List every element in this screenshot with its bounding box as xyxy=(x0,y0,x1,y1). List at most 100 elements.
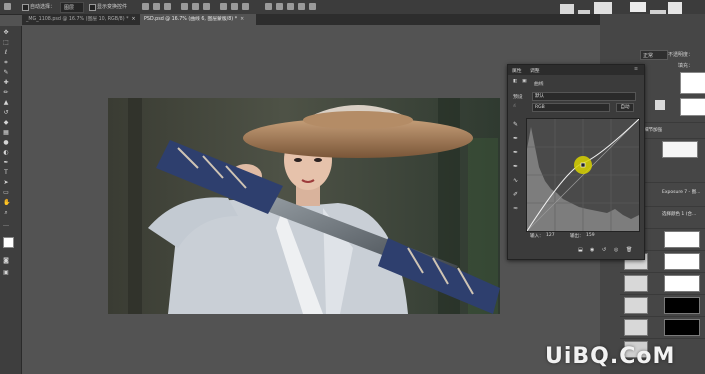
distribute-2-icon[interactable] xyxy=(231,3,238,10)
layer-mask-thumb[interactable] xyxy=(664,231,700,248)
brush-tool-icon[interactable]: ✏ xyxy=(3,90,9,96)
tab-mg-1108[interactable]: _MG_1108.psd @ 16.7% (图层 10, RGB/8) * × xyxy=(22,14,136,25)
marquee-tool-icon[interactable]: ⬚ xyxy=(3,40,9,46)
reset-icon[interactable]: ↺ xyxy=(602,247,606,253)
tab-adjustments[interactable]: 调整 xyxy=(530,67,540,74)
tab-label: PSD.psd @ 16.7% (曲线 6, 图层蒙版/8) * xyxy=(144,17,238,22)
screen-mode-icon[interactable]: ▣ xyxy=(3,270,9,276)
properties-titlebar[interactable]: 属性 调整 ≡ xyxy=(508,65,644,75)
output-value[interactable]: 159 xyxy=(586,233,595,238)
preset-value: 默认 xyxy=(535,94,544,99)
input-label: 输入： xyxy=(530,234,544,239)
input-value[interactable]: 127 xyxy=(546,233,555,238)
layer-mask-thumb[interactable] xyxy=(664,253,700,270)
crop-tool-icon[interactable]: ⌗ xyxy=(3,60,9,66)
layer-name: 选择颜色 1 (合... xyxy=(662,212,697,217)
lasso-tool-icon[interactable]: ℓ xyxy=(3,50,9,56)
auto-select-checkbox[interactable] xyxy=(22,4,29,11)
stamp-tool-icon[interactable]: ▲ xyxy=(3,100,9,106)
close-icon[interactable]: × xyxy=(132,17,136,22)
layer-thumb-adj[interactable] xyxy=(655,100,665,110)
healing-tool-icon[interactable]: ✚ xyxy=(3,80,9,86)
opacity-label: 不透明度： xyxy=(668,52,694,58)
properties-panel: 属性 调整 ≡ ◧ ▣ 曲线 预设 默认 ☝ RGB 自动 ✎ ✒ ✒ ✒ ∿ … xyxy=(507,64,645,260)
align-top-icon[interactable] xyxy=(181,3,188,10)
show-transform-checkbox[interactable] xyxy=(89,4,96,11)
layer-thumb[interactable] xyxy=(624,275,648,292)
tab-psd[interactable]: PSD.psd @ 16.7% (曲线 6, 图层蒙版/8) * × xyxy=(140,14,256,25)
canvas-image[interactable] xyxy=(108,98,500,314)
channel-hand-icon[interactable]: ☝ xyxy=(513,104,516,109)
align-left-icon[interactable] xyxy=(142,3,149,10)
channel-dropdown[interactable]: RGB xyxy=(532,103,610,112)
3d-mode-icon[interactable] xyxy=(265,3,272,10)
layer-thumb[interactable] xyxy=(624,319,648,336)
layer-mask-thumb[interactable] xyxy=(662,141,698,158)
align-right-icon[interactable] xyxy=(164,3,171,10)
output-label: 输出： xyxy=(570,234,584,239)
visibility-icon[interactable]: ◎ xyxy=(614,247,618,253)
move-tool-icon[interactable]: ✥ xyxy=(3,30,9,36)
pencil-draw-icon[interactable]: ✐ xyxy=(512,191,519,198)
layer-thumb-top[interactable] xyxy=(680,72,705,94)
auto-button[interactable]: 自动 xyxy=(616,103,634,112)
mask-icon[interactable]: ▣ xyxy=(522,79,527,84)
panel-menu-icon[interactable]: ≡ xyxy=(634,67,638,72)
close-icon[interactable]: × xyxy=(240,17,244,22)
layer-row[interactable] xyxy=(620,272,705,293)
history-brush-icon[interactable]: ↺ xyxy=(3,110,9,116)
layer-thumb[interactable] xyxy=(624,297,648,314)
fill-label: 填充： xyxy=(678,63,694,69)
move-tool-icon[interactable] xyxy=(4,3,11,10)
3d-scale-icon[interactable] xyxy=(309,3,316,10)
curve-edit-icon[interactable]: ∿ xyxy=(512,177,519,184)
channel-value: RGB xyxy=(535,105,545,110)
view-previous-icon[interactable]: ◉ xyxy=(590,247,594,253)
path-select-icon[interactable]: ➤ xyxy=(3,180,9,186)
shape-tool-icon[interactable]: ▭ xyxy=(3,190,9,196)
layer-row[interactable] xyxy=(620,316,705,337)
more-tools-icon[interactable]: … xyxy=(3,222,9,228)
curves-graph[interactable] xyxy=(526,118,640,232)
blur-tool-icon[interactable]: ● xyxy=(3,140,9,146)
gradient-tool-icon[interactable]: ▦ xyxy=(3,130,9,136)
black-point-eyedropper-icon[interactable]: ✒ xyxy=(512,135,519,142)
3d-pan-icon[interactable] xyxy=(287,3,294,10)
smooth-icon[interactable]: ≈ xyxy=(512,205,519,212)
eyedropper-tool-icon[interactable]: ✎ xyxy=(3,70,9,76)
hand-tool-icon[interactable]: ✋ xyxy=(3,200,10,206)
foreground-color[interactable] xyxy=(3,237,14,248)
zoom-tool-icon[interactable]: ⌕ xyxy=(3,210,9,216)
layer-row[interactable] xyxy=(620,294,705,315)
quick-mask-icon[interactable]: ◙ xyxy=(3,258,9,264)
tab-label: _MG_1108.psd @ 16.7% (图层 10, RGB/8) * xyxy=(26,17,129,22)
3d-slide-icon[interactable] xyxy=(298,3,305,10)
eraser-tool-icon[interactable]: ◆ xyxy=(3,120,9,126)
dodge-tool-icon[interactable]: ◐ xyxy=(3,150,9,156)
layer-mask-thumb[interactable] xyxy=(664,297,700,314)
align-bottom-icon[interactable] xyxy=(203,3,210,10)
auto-select-dropdown[interactable]: 图层 xyxy=(60,2,84,13)
white-point-eyedropper-icon[interactable]: ✒ xyxy=(512,163,519,170)
curves-adjustment-icon: ◧ xyxy=(513,79,518,84)
tab-properties[interactable]: 属性 xyxy=(512,67,522,74)
align-center-icon[interactable] xyxy=(153,3,160,10)
preset-dropdown[interactable]: 默认 xyxy=(532,92,636,101)
trash-icon[interactable]: 🗑 xyxy=(626,247,632,253)
3d-rotate-icon[interactable] xyxy=(276,3,283,10)
pen-tool-icon[interactable]: ✒ xyxy=(3,160,9,166)
tools-panel: ✥ ⬚ ℓ ⌗ ✎ ✚ ✏ ▲ ↺ ◆ ▦ ● ◐ ✒ T ➤ ▭ ✋ ⌕ … … xyxy=(0,26,22,374)
type-tool-icon[interactable]: T xyxy=(3,170,9,176)
layer-mask-thumb[interactable] xyxy=(664,275,700,292)
layer-thumb-top-2[interactable] xyxy=(680,98,705,116)
layer-mask-thumb[interactable] xyxy=(664,319,700,336)
auto-select-label: 自动选择： xyxy=(30,4,56,10)
clip-to-layer-icon[interactable]: ⬓ xyxy=(578,247,583,253)
preset-label: 预设 xyxy=(513,95,523,100)
distribute-icon[interactable] xyxy=(220,3,227,10)
pencil-icon[interactable]: ✎ xyxy=(512,121,519,128)
gray-point-eyedropper-icon[interactable]: ✒ xyxy=(512,149,519,156)
blend-mode-dropdown[interactable]: 正常 xyxy=(640,50,668,60)
align-middle-icon[interactable] xyxy=(192,3,199,10)
distribute-3-icon[interactable] xyxy=(242,3,249,10)
